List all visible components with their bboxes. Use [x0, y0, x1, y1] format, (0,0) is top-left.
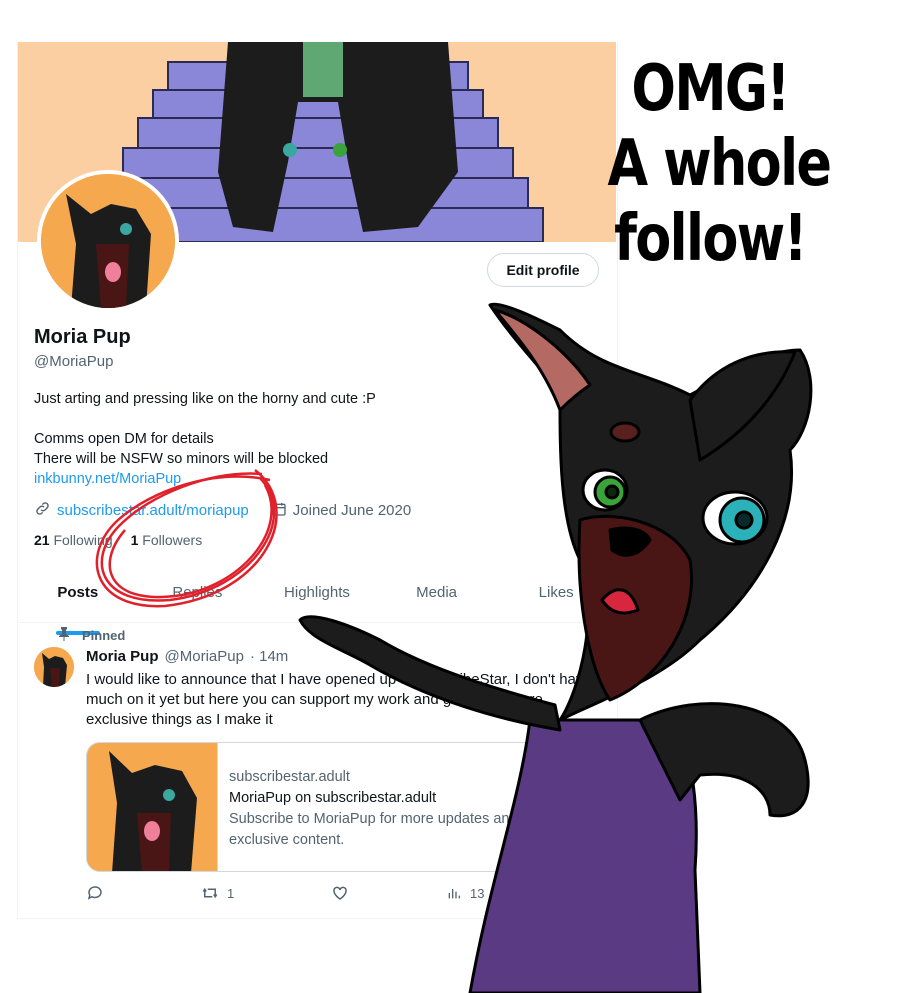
following-count: 21 [34, 532, 50, 548]
joined-date: Joined June 2020 [292, 502, 412, 519]
bio-line: There will be NSFW so minors will be blo… [34, 451, 329, 467]
bio-line: Just arting and pressing like on the hor… [34, 391, 376, 407]
link-preview-text: subscribestar.adult MoriaPup on subscrib… [229, 767, 569, 851]
heart-icon [333, 886, 347, 900]
meme-caption-line: follow! [614, 202, 807, 276]
following-link[interactable]: 21 Following [34, 532, 113, 548]
pinned-indicator: Pinned [58, 627, 125, 644]
tweet-author[interactable]: Moria Pup [86, 648, 159, 665]
meme-caption-line: A whole [607, 127, 833, 201]
following-label: Following [53, 532, 113, 548]
calendar-icon [271, 501, 287, 521]
follow-stats: 21 Following 1 Followers [34, 532, 202, 548]
views-button[interactable]: 13 [446, 884, 484, 902]
bio-link[interactable]: inkbunny.net/MoriaPup [34, 471, 181, 487]
tab-highlights[interactable]: Highlights [257, 578, 377, 622]
profile-tabs: Posts Replies Highlights Media Likes [18, 578, 616, 623]
link-preview-title: MoriaPup on subscribestar.adult [229, 790, 437, 806]
link-preview-card[interactable]: subscribestar.adult MoriaPup on subscrib… [86, 742, 586, 872]
reply-button[interactable] [86, 884, 201, 902]
tweet-header: Moria Pup @MoriaPup · 14m [86, 648, 288, 665]
link-preview-domain: subscribestar.adult [229, 769, 350, 785]
link-icon [34, 500, 51, 521]
link-preview-description: Subscribe to MoriaPup for more updates a… [229, 811, 518, 848]
profile-meta: subscribestar.adult/moriapup Joined June… [34, 500, 411, 521]
followers-label: Followers [142, 532, 203, 548]
profile-bio: Just arting and pressing like on the hor… [34, 389, 574, 489]
tab-replies[interactable]: Replies [138, 578, 258, 622]
retweet-icon [202, 887, 218, 899]
retweet-button[interactable]: 1 [201, 884, 331, 902]
tab-likes[interactable]: Likes [496, 578, 616, 622]
pin-icon [58, 627, 70, 644]
reply-icon [87, 886, 102, 900]
tab-media[interactable]: Media [377, 578, 497, 622]
profile-handle: @MoriaPup [34, 353, 114, 370]
like-button[interactable] [331, 884, 446, 902]
website-link[interactable]: subscribestar.adult/moriapup [57, 502, 249, 519]
tweet-text: I would like to announce that I have ope… [86, 671, 592, 728]
bio-line: Comms open DM for details [34, 431, 214, 447]
followers-count: 1 [130, 532, 139, 548]
tweet-avatar-artwork [34, 647, 74, 687]
tweet-avatar[interactable] [34, 647, 74, 687]
profile-avatar[interactable] [37, 170, 179, 312]
pinned-label: Pinned [82, 628, 126, 643]
profile-name: Moria Pup [34, 326, 131, 348]
views-count: 13 [470, 885, 485, 901]
tab-posts[interactable]: Posts [18, 578, 138, 622]
link-preview-image [87, 743, 218, 871]
retweet-count: 1 [227, 885, 235, 901]
tweet-time[interactable]: · 14m [250, 648, 288, 665]
meme-caption-line: OMG! [631, 52, 790, 126]
avatar-artwork [41, 174, 175, 308]
edit-profile-button[interactable]: Edit profile [487, 253, 599, 287]
tweet-handle[interactable]: @MoriaPup [165, 648, 244, 665]
followers-link[interactable]: 1 Followers [131, 532, 203, 548]
meme-caption: OMG! A whole follow! [607, 52, 833, 277]
tweet-actions: 1 13 [86, 884, 586, 902]
views-icon [448, 889, 460, 899]
